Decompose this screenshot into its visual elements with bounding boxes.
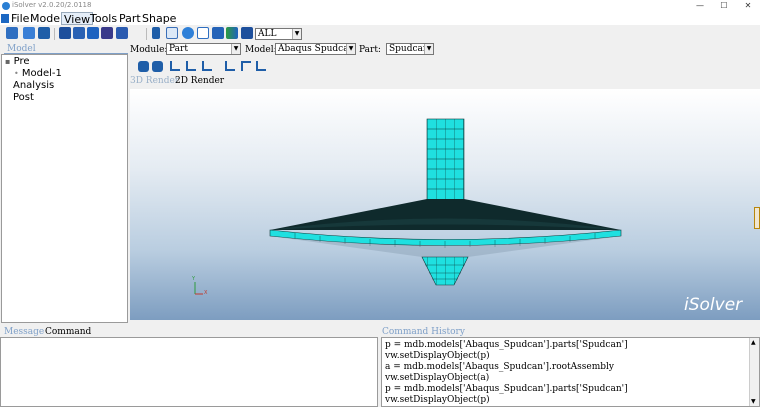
grid-icon[interactable]	[152, 27, 160, 39]
module-label: Module:	[130, 45, 168, 55]
toolbar-divider	[54, 28, 55, 40]
axis-xz-icon[interactable]	[202, 61, 212, 71]
terrain-icon[interactable]	[226, 27, 238, 39]
tree-item-pre[interactable]: ▪ Pre	[5, 56, 30, 67]
cube-view-icon[interactable]	[59, 27, 71, 39]
tree-item-label: Analysis	[13, 80, 55, 91]
menu-shape[interactable]: Shape	[140, 12, 178, 25]
mesh-select-icon[interactable]	[166, 27, 178, 39]
cube-side-icon[interactable]	[116, 27, 128, 39]
sphere-icon[interactable]	[182, 27, 194, 39]
tree-item-label: Post	[13, 92, 34, 103]
tab-command[interactable]: Command	[45, 327, 91, 337]
pan-hand-icon[interactable]	[138, 61, 149, 72]
axis-iso-icon[interactable]	[225, 61, 235, 71]
message-panel[interactable]	[0, 337, 378, 407]
toolbar-divider	[146, 28, 147, 40]
axis-x-label: X	[204, 290, 208, 296]
axis-back-icon[interactable]	[241, 61, 251, 71]
close-button[interactable]: ✕	[740, 0, 756, 12]
spudcan-model	[194, 118, 622, 295]
tree-item-model-1[interactable]: • Model-1	[14, 68, 62, 79]
tab-3d-render[interactable]: 3D Render	[130, 76, 179, 86]
menu-part[interactable]: Part	[117, 12, 143, 25]
view-toolbar	[130, 60, 270, 74]
rotate-hand-icon[interactable]	[152, 61, 163, 72]
tree-item-analysis[interactable]: Analysis	[13, 80, 54, 91]
menu-tools[interactable]: Tools	[88, 12, 119, 25]
model-tree: ▪ Pre • Model-1 Analysis Post	[1, 54, 128, 323]
render-viewport[interactable]: Y X iSolver	[130, 89, 760, 320]
tab-2d-render[interactable]: 2D Render	[175, 76, 224, 86]
part-dropdown[interactable]: Spudcan ▼	[386, 43, 434, 55]
tree-expander-icon[interactable]: ▪	[5, 57, 10, 66]
new-file-icon[interactable]	[6, 27, 18, 39]
scroll-up-icon[interactable]: ▲	[751, 339, 756, 346]
cube-front-icon[interactable]	[87, 27, 99, 39]
minimize-button[interactable]: —	[692, 0, 708, 12]
app-icon	[2, 2, 10, 10]
tree-item-label: Pre	[13, 56, 30, 67]
filter-dropdown[interactable]: ALL ▼	[255, 28, 302, 40]
tree-item-label: Model-1	[21, 68, 62, 79]
part-label: Part:	[359, 45, 381, 55]
command-history-title: Command History	[382, 327, 465, 337]
tree-bullet-icon: •	[14, 69, 19, 78]
model-dropdown-value: Abaqus Spudcan	[278, 44, 355, 54]
title-bar: iSolver v2.0.20/2.0118 — ☐ ✕	[0, 0, 760, 12]
open-file-icon[interactable]	[23, 27, 35, 39]
history-scrollbar[interactable]: ▲ ▼	[749, 338, 759, 406]
history-line: p = mdb.models['Abaqus_Spudcan'].parts['…	[385, 340, 628, 350]
module-dropdown[interactable]: Part ▼	[166, 43, 241, 55]
viewport-handle[interactable]	[754, 207, 760, 229]
axis-fit-icon[interactable]	[256, 61, 266, 71]
layer-icon[interactable]	[241, 27, 253, 39]
history-line: vw.setDisplayObject(a)	[385, 373, 490, 383]
chevron-down-icon: ▼	[346, 44, 355, 54]
cube-iso-icon[interactable]	[73, 27, 85, 39]
maximize-button[interactable]: ☐	[716, 0, 732, 12]
cube-top-icon[interactable]	[101, 27, 113, 39]
save-icon[interactable]	[38, 27, 50, 39]
menu-bar: File Model View Tools Part Shape	[0, 12, 760, 26]
chevron-down-icon: ▼	[424, 44, 433, 54]
tree-item-post[interactable]: Post	[13, 92, 34, 103]
tab-message[interactable]: Message	[4, 327, 44, 337]
axis-yz-icon[interactable]	[186, 61, 196, 71]
module-dropdown-value: Part	[169, 44, 188, 54]
menu-icon	[1, 14, 9, 23]
pointer-icon[interactable]	[212, 27, 224, 39]
history-line: vw.setDisplayObject(p)	[385, 351, 490, 361]
axis-xy-icon[interactable]	[170, 61, 180, 71]
isolver-watermark: iSolver	[684, 295, 743, 315]
window-title: iSolver v2.0.20/2.0118	[12, 1, 92, 9]
table-icon[interactable]	[197, 27, 209, 39]
chevron-down-icon: ▼	[231, 44, 240, 54]
main-toolbar: ALL ▼	[0, 25, 760, 43]
history-line: a = mdb.models['Abaqus_Spudcan'].rootAss…	[385, 362, 614, 372]
command-history-panel[interactable]: p = mdb.models['Abaqus_Spudcan'].parts['…	[381, 337, 760, 407]
model-label: Model:	[245, 45, 277, 55]
axis-y-label: Y	[192, 276, 196, 282]
model-dropdown[interactable]: Abaqus Spudcan ▼	[275, 43, 356, 55]
chevron-down-icon: ▼	[292, 29, 301, 39]
menu-model[interactable]: Model	[28, 12, 65, 25]
history-line: p = mdb.models['Abaqus_Spudcan'].parts['…	[385, 384, 628, 394]
part-dropdown-value: Spudcan	[389, 44, 429, 54]
scroll-down-icon[interactable]: ▼	[751, 398, 756, 405]
history-line: vw.setDisplayObject(p)	[385, 395, 490, 405]
filter-dropdown-value: ALL	[258, 29, 277, 39]
